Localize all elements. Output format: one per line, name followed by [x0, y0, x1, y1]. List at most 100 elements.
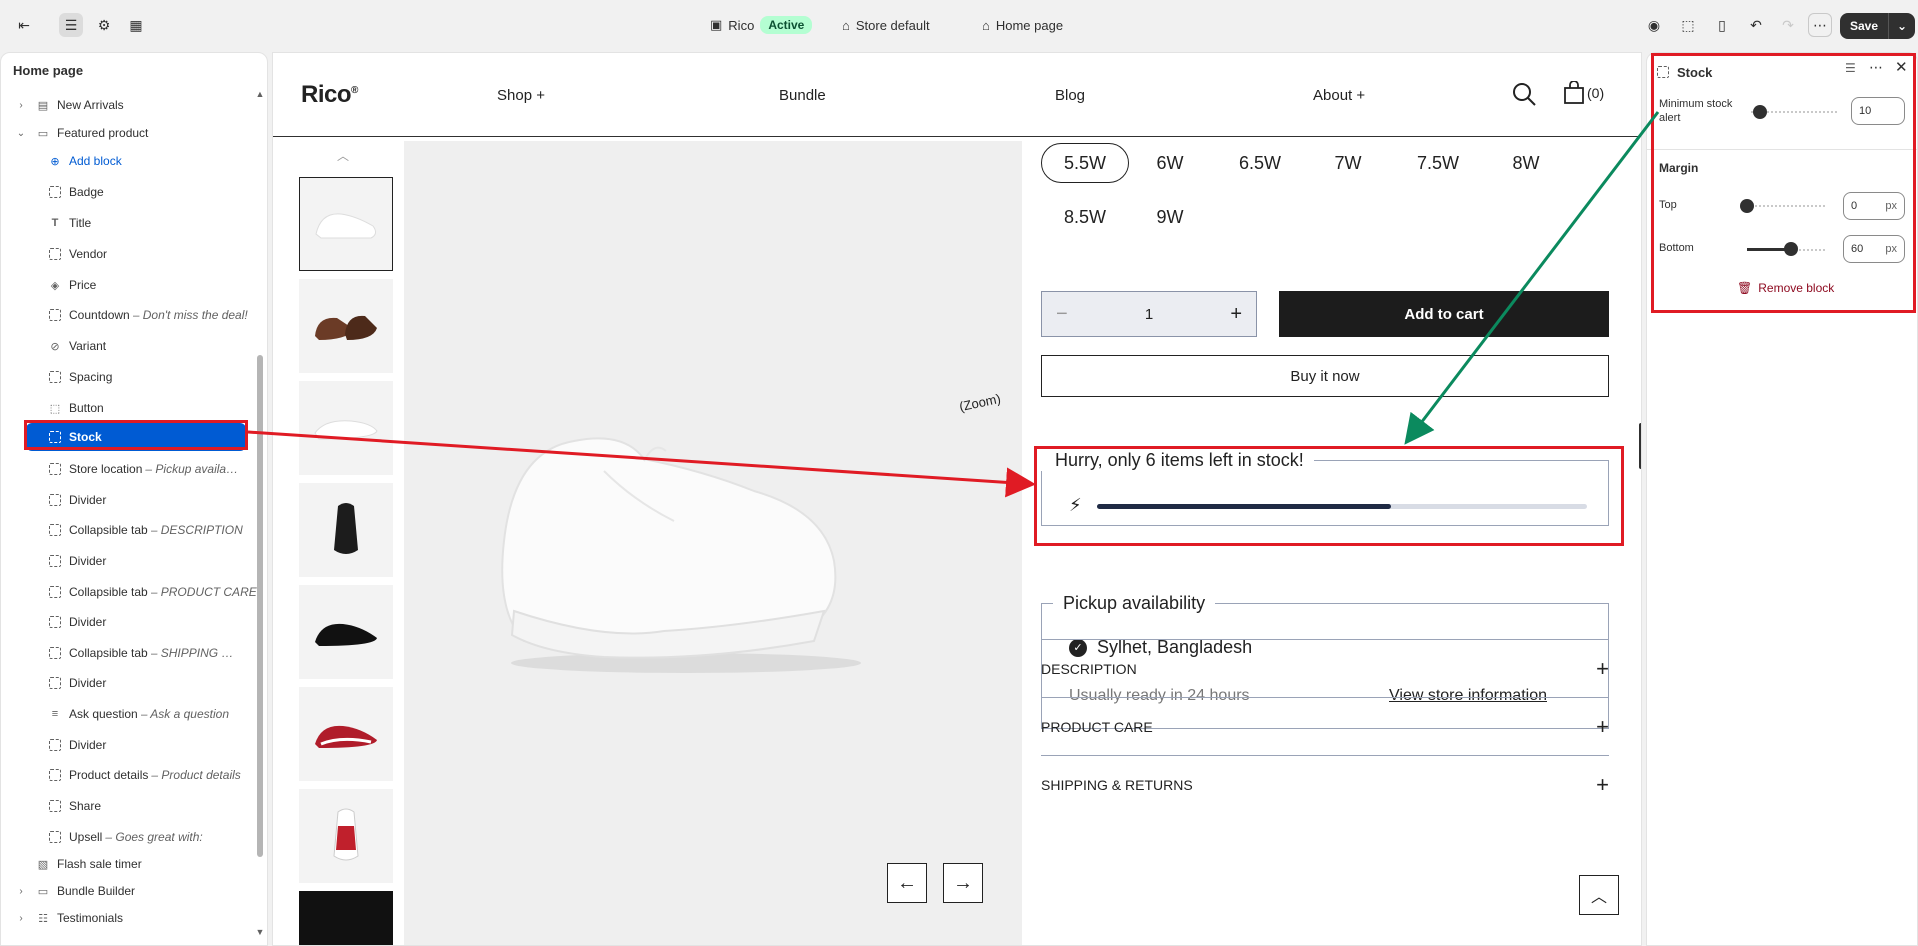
- chevron-right-icon[interactable]: ›: [15, 913, 27, 924]
- gallery-next-button[interactable]: →: [943, 863, 983, 903]
- size-option-7-5w[interactable]: 7.5W: [1401, 143, 1475, 183]
- chevron-down-icon[interactable]: ⌄: [1889, 19, 1915, 33]
- block-product-details[interactable]: Product details – Product details: [47, 761, 241, 789]
- list-icon: ☷: [38, 912, 48, 925]
- undo-icon[interactable]: ↶: [1744, 13, 1768, 37]
- scroll-down-arrow-icon[interactable]: ▼: [255, 927, 265, 937]
- block-icon: [49, 371, 61, 383]
- arrow-left-icon: ←: [897, 871, 917, 894]
- section-bundle-builder[interactable]: › ▭ Bundle Builder: [15, 877, 135, 905]
- preview-scrollbar[interactable]: [1639, 423, 1641, 469]
- page-selector[interactable]: ⌂ Home page: [982, 13, 1063, 37]
- store-selector[interactable]: ⌂ Store default: [842, 13, 930, 37]
- size-option-5-5w[interactable]: 5.5W: [1041, 143, 1129, 183]
- block-divider[interactable]: Divider: [47, 486, 106, 514]
- gallery-prev-button[interactable]: ←: [887, 863, 927, 903]
- thumbnail-7[interactable]: [299, 789, 393, 883]
- store-label: Store default: [855, 17, 930, 33]
- settings-gear-icon[interactable]: ⚙: [92, 13, 116, 37]
- block-collapsible-product-care[interactable]: Collapsible tab – PRODUCT CARE: [47, 578, 257, 606]
- thumbnail-3[interactable]: [299, 381, 393, 475]
- thumbnail-6[interactable]: [299, 687, 393, 781]
- block-share[interactable]: Share: [47, 792, 101, 820]
- arrow-right-icon: →: [953, 871, 973, 894]
- theme-selector[interactable]: ▣ Rico Active: [710, 13, 813, 37]
- thumbnail-5[interactable]: [299, 585, 393, 679]
- chevron-right-icon[interactable]: ›: [15, 886, 27, 897]
- thumbs-up-arrow-icon[interactable]: ︿: [337, 147, 349, 164]
- section-flash-sale-timer[interactable]: ▧ Flash sale timer: [35, 850, 142, 878]
- size-option-6w[interactable]: 6W: [1139, 143, 1201, 183]
- thumbnail-2[interactable]: [299, 279, 393, 373]
- pickup-title: Pickup availability: [1053, 593, 1216, 614]
- size-option-7w[interactable]: 7W: [1317, 143, 1379, 183]
- accordion-shipping[interactable]: SHIPPING & RETURNS +: [1041, 755, 1609, 813]
- thumbnail-8[interactable]: [299, 891, 393, 945]
- size-option-9w[interactable]: 9W: [1139, 197, 1201, 237]
- save-button[interactable]: Save ⌄: [1840, 13, 1916, 39]
- size-option-8-5w[interactable]: 8.5W: [1047, 197, 1123, 237]
- mobile-view-icon[interactable]: ▯: [1710, 13, 1734, 37]
- block-button[interactable]: ⬚ Button: [47, 394, 104, 422]
- nav-bundle[interactable]: Bundle: [779, 87, 826, 104]
- add-block-button[interactable]: ⊕ Add block: [47, 147, 121, 175]
- apps-icon[interactable]: ▦: [124, 13, 148, 37]
- block-collapsible-shipping[interactable]: Collapsible tab– SHIPPING & R...: [47, 639, 241, 667]
- block-divider[interactable]: Divider: [47, 547, 106, 575]
- section-testimonials[interactable]: › ☷ Testimonials: [15, 904, 123, 932]
- chevron-down-icon[interactable]: ⌄: [15, 128, 27, 139]
- block-price[interactable]: ◈ Price: [47, 271, 97, 299]
- sections-icon[interactable]: ☰: [59, 13, 83, 37]
- variant-icon: ⊘: [50, 340, 60, 353]
- scrollbar[interactable]: [257, 355, 263, 857]
- bag-icon: [1564, 81, 1584, 104]
- block-ask-question[interactable]: ≡ Ask question – Ask a question: [47, 700, 229, 728]
- thumbnail-4[interactable]: [299, 483, 393, 577]
- back-to-top-button[interactable]: ︿: [1579, 875, 1619, 915]
- accordion-description[interactable]: DESCRIPTION +: [1041, 639, 1609, 697]
- block-upsell[interactable]: Upsell – Goes great with:: [47, 823, 203, 851]
- nav-shop[interactable]: Shop +: [497, 87, 545, 104]
- block-title[interactable]: T Title: [47, 209, 92, 237]
- section-new-arrivals[interactable]: › ▤ New Arrivals: [15, 91, 123, 119]
- block-store-location[interactable]: Store location – Pickup availabili...: [47, 455, 241, 483]
- block-badge[interactable]: Badge: [47, 178, 104, 206]
- text-icon: T: [51, 217, 59, 229]
- block-icon: [49, 677, 61, 689]
- store-header: Rico® Shop + Bundle Blog About + (0): [273, 53, 1641, 137]
- minus-icon[interactable]: −: [1056, 303, 1068, 326]
- block-divider[interactable]: Divider: [47, 608, 106, 636]
- section-featured-product[interactable]: ⌄ ▭ Featured product: [15, 119, 149, 147]
- sections-panel: Home page › ▤ New Arrivals ⌄ ▭ Featured …: [0, 52, 268, 946]
- scroll-up-arrow-icon[interactable]: ▲: [255, 89, 265, 99]
- size-option-8w[interactable]: 8W: [1495, 143, 1557, 183]
- chevron-right-icon[interactable]: ›: [15, 100, 27, 111]
- add-to-cart-button[interactable]: Add to cart: [1279, 291, 1609, 337]
- annotation-box-stock-item: [24, 420, 248, 450]
- exit-icon[interactable]: ⇤: [12, 13, 36, 37]
- store-logo[interactable]: Rico®: [301, 81, 358, 109]
- block-divider[interactable]: Divider: [47, 669, 106, 697]
- inspector-icon[interactable]: ⬚: [1676, 13, 1700, 37]
- cart-button[interactable]: (0): [1563, 81, 1604, 105]
- block-collapsible-description[interactable]: Collapsible tab – DESCRIPTION: [47, 516, 243, 544]
- redo-icon[interactable]: ↷: [1776, 13, 1800, 37]
- block-divider[interactable]: Divider: [47, 731, 106, 759]
- quantity-value[interactable]: 1: [1145, 306, 1153, 323]
- product-image-icon: ▭: [37, 885, 49, 898]
- block-spacing[interactable]: Spacing: [47, 363, 112, 391]
- product-main-image[interactable]: [404, 141, 1022, 945]
- nav-blog[interactable]: Blog: [1055, 87, 1085, 104]
- more-options-icon[interactable]: ⋯: [1808, 13, 1832, 37]
- block-variant[interactable]: ⊘ Variant: [47, 332, 106, 360]
- accordion-product-care[interactable]: PRODUCT CARE +: [1041, 697, 1609, 755]
- thumbnail-1[interactable]: [299, 177, 393, 271]
- nav-about[interactable]: About +: [1313, 87, 1365, 104]
- size-option-6-5w[interactable]: 6.5W: [1223, 143, 1297, 183]
- block-countdown[interactable]: Countdown – Don't miss the deal!: [47, 301, 248, 329]
- search-icon[interactable]: [1511, 81, 1537, 107]
- block-vendor[interactable]: Vendor: [47, 240, 107, 268]
- buy-now-button[interactable]: Buy it now: [1041, 355, 1609, 397]
- preview-store-icon[interactable]: ◉: [1642, 13, 1666, 37]
- plus-icon[interactable]: +: [1230, 303, 1242, 326]
